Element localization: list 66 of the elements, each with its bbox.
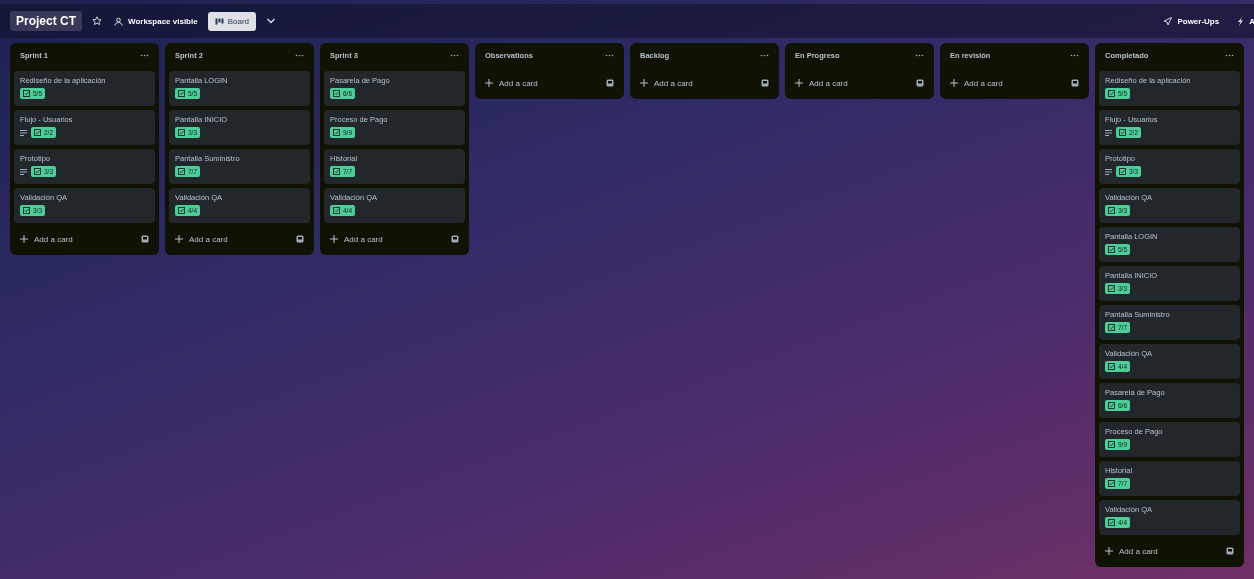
board-view-tab[interactable]: Board <box>207 11 257 31</box>
checkbox-icon <box>1108 207 1115 214</box>
board-title[interactable]: Project CT <box>10 11 82 31</box>
checkbox-icon <box>1108 480 1115 487</box>
template-icon[interactable] <box>141 235 149 243</box>
checkbox-icon <box>333 90 340 97</box>
checkbox-icon <box>1108 519 1115 526</box>
more-icon[interactable] <box>760 53 769 57</box>
board-icon <box>214 17 224 25</box>
template-icon[interactable] <box>451 235 459 243</box>
checkbox-icon <box>1108 246 1115 253</box>
add-card-button[interactable]: Add a card <box>950 76 1003 90</box>
checkbox-icon <box>1108 363 1115 370</box>
more-icon[interactable] <box>915 53 924 57</box>
template-icon[interactable] <box>916 79 924 87</box>
plus-icon <box>485 79 493 87</box>
checkbox-icon <box>23 207 30 214</box>
checkbox-icon <box>178 207 185 214</box>
checkbox-icon <box>178 129 185 136</box>
more-icon[interactable] <box>140 53 149 57</box>
more-icon[interactable] <box>1225 53 1234 57</box>
plus-icon <box>20 235 28 243</box>
add-card-button[interactable]: Add a card <box>175 232 228 246</box>
lightning-icon <box>1237 16 1245 26</box>
checkbox-icon <box>178 90 185 97</box>
checkbox-icon <box>333 129 340 136</box>
checkbox-icon <box>333 207 340 214</box>
checkbox-icon <box>1108 285 1115 292</box>
template-icon[interactable] <box>606 79 614 87</box>
more-icon[interactable] <box>1070 53 1079 57</box>
checkbox-icon <box>1108 90 1115 97</box>
plus-icon <box>950 79 958 87</box>
star-icon[interactable] <box>92 16 102 26</box>
checkbox-icon <box>1108 441 1115 448</box>
template-icon[interactable] <box>1226 547 1234 555</box>
automation-button[interactable]: A <box>1235 13 1254 29</box>
template-icon[interactable] <box>761 79 769 87</box>
checkbox-icon <box>1119 168 1126 175</box>
visibility-button[interactable]: Workspace visible <box>112 13 200 29</box>
checkbox-icon <box>178 168 185 175</box>
more-icon[interactable] <box>605 53 614 57</box>
checkbox-icon <box>1108 324 1115 331</box>
template-icon[interactable] <box>1071 79 1079 87</box>
plus-icon <box>330 235 338 243</box>
add-card-button[interactable]: Add a card <box>1105 544 1158 558</box>
checkbox-icon <box>34 129 41 136</box>
add-card-button[interactable]: Add a card <box>330 232 383 246</box>
plus-icon <box>795 79 803 87</box>
checkbox-icon <box>1119 129 1126 136</box>
template-icon[interactable] <box>296 235 304 243</box>
checkbox-icon <box>333 168 340 175</box>
checkbox-icon <box>1108 402 1115 409</box>
plus-icon <box>1105 547 1113 555</box>
plus-icon <box>640 79 648 87</box>
more-icon[interactable] <box>295 53 304 57</box>
power-ups-button[interactable]: Power-Ups <box>1161 13 1222 29</box>
chevron-down-icon[interactable] <box>266 17 277 25</box>
add-card-button[interactable]: Add a card <box>795 76 848 90</box>
add-card-button[interactable]: Add a card <box>20 232 73 246</box>
more-icon[interactable] <box>450 53 459 57</box>
checkbox-icon <box>23 90 30 97</box>
checkbox-icon <box>34 168 41 175</box>
add-card-button[interactable]: Add a card <box>485 76 538 90</box>
add-card-button[interactable]: Add a card <box>640 76 693 90</box>
plus-icon <box>175 235 183 243</box>
people-icon <box>114 16 123 26</box>
